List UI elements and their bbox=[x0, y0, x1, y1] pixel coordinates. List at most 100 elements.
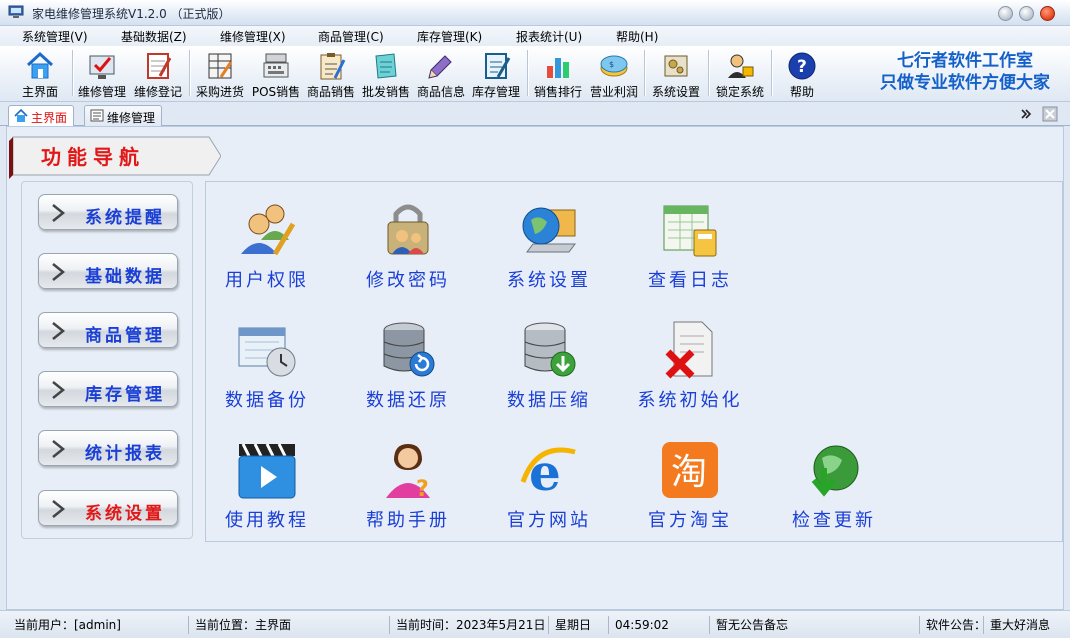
toolbar-purchase-button[interactable]: 采购进货 bbox=[192, 48, 248, 100]
nav-button-statistics-reports[interactable]: 统计报表 bbox=[38, 430, 178, 466]
svg-text:?: ? bbox=[797, 57, 807, 77]
menu-system[interactable]: 系统管理(V) bbox=[18, 28, 92, 45]
func-label: 查看日志 bbox=[648, 270, 732, 291]
settings-gear-icon bbox=[664, 55, 688, 77]
menu-help[interactable]: 帮助(H) bbox=[612, 28, 662, 45]
status-clock: 04:59:02 bbox=[608, 616, 708, 634]
nav-button-label: 系统设置 bbox=[85, 504, 165, 524]
nav-button-system-settings[interactable]: 系统设置 bbox=[38, 490, 178, 526]
close-tab-icon[interactable] bbox=[1042, 106, 1058, 122]
globe-laptop-icon bbox=[522, 207, 576, 253]
maximize-button[interactable] bbox=[1019, 6, 1034, 21]
toolbar-pos-button[interactable]: POS销售 bbox=[248, 48, 304, 100]
func-label: 使用教程 bbox=[225, 510, 309, 531]
nav-button-label: 系统提醒 bbox=[85, 208, 165, 228]
toolbar-profit-button[interactable]: $ 营业利润 bbox=[586, 48, 642, 100]
func-label: 官方淘宝 bbox=[648, 510, 732, 531]
nav-button-label: 商品管理 bbox=[85, 326, 165, 346]
users-icon bbox=[241, 204, 296, 256]
nav-panel: 系统提醒 基础数据 商品管理 库存管理 统计报表 系统设置 bbox=[21, 181, 193, 539]
status-weekday: 星期日 bbox=[548, 616, 606, 634]
func-data-restore[interactable]: 数据还原 bbox=[343, 316, 473, 426]
func-help-manual[interactable]: ? 帮助手册 bbox=[343, 436, 473, 546]
ie-browser-icon: e bbox=[520, 443, 576, 502]
app-icon bbox=[8, 5, 24, 18]
status-bar: 当前用户：[admin] 当前位置：主界面 当前时间：2023年5月21日 星期… bbox=[0, 610, 1070, 638]
toolbar-ranking-button[interactable]: 销售排行 bbox=[530, 48, 586, 100]
backup-calendar-icon bbox=[238, 327, 296, 377]
nav-button-system-reminder[interactable]: 系统提醒 bbox=[38, 194, 178, 230]
toolbar-home-button[interactable]: 主界面 bbox=[12, 48, 68, 100]
menu-reports[interactable]: 报表统计(U) bbox=[512, 28, 586, 45]
brand-line-1: 七行者软件工作室 bbox=[897, 51, 1033, 71]
toolbar-register-label: 维修登记 bbox=[133, 85, 182, 99]
toolbar-settings-button[interactable]: 系统设置 bbox=[648, 48, 704, 100]
func-change-password[interactable]: 修改密码 bbox=[343, 196, 473, 306]
status-current-user: 当前用户：[admin] bbox=[14, 618, 121, 632]
nav-button-product-management[interactable]: 商品管理 bbox=[38, 312, 178, 348]
chevron-right-icon bbox=[52, 322, 66, 340]
func-system-initialize[interactable]: 系统初始化 bbox=[625, 316, 755, 426]
toolbar-lock-label: 锁定系统 bbox=[715, 85, 764, 99]
func-label: 数据压缩 bbox=[507, 390, 591, 411]
func-system-settings[interactable]: 系统设置 bbox=[484, 196, 614, 306]
video-tutorial-icon bbox=[238, 443, 296, 499]
tab-main[interactable]: 主界面 bbox=[8, 105, 75, 127]
func-label: 帮助手册 bbox=[366, 510, 450, 531]
toolbar-wholesale-button[interactable]: 批发销售 bbox=[358, 48, 414, 100]
func-official-taobao[interactable]: 淘 官方淘宝 bbox=[625, 436, 755, 546]
func-view-logs[interactable]: 查看日志 bbox=[625, 196, 755, 306]
nav-button-inventory-management[interactable]: 库存管理 bbox=[38, 371, 178, 407]
func-label: 系统设置 bbox=[507, 270, 591, 291]
minimize-button[interactable] bbox=[998, 6, 1013, 21]
password-lock-icon bbox=[387, 204, 429, 255]
toolbar-lock-button[interactable]: 锁定系统 bbox=[712, 48, 768, 100]
func-label: 数据备份 bbox=[225, 390, 309, 411]
database-restore-icon bbox=[383, 322, 435, 377]
status-notice-label: 软件公告： bbox=[919, 616, 986, 634]
toolbar-repair-button[interactable]: 维修管理 bbox=[74, 48, 130, 100]
func-label: 修改密码 bbox=[366, 270, 450, 291]
func-label: 官方网站 bbox=[507, 510, 591, 531]
toolbar-product-info-button[interactable]: 商品信息 bbox=[413, 48, 469, 100]
sales-clipboard-icon bbox=[320, 53, 346, 80]
toolbar-inventory-button[interactable]: 库存管理 bbox=[468, 48, 524, 100]
nav-button-label: 库存管理 bbox=[85, 385, 165, 405]
func-data-backup[interactable]: 数据备份 bbox=[202, 316, 332, 426]
menu-bar: 系统管理(V) 基础数据(Z) 维修管理(X) 商品管理(C) 库存管理(K) … bbox=[0, 26, 1070, 46]
tab-repair[interactable]: 维修管理 bbox=[84, 105, 163, 126]
close-button[interactable] bbox=[1040, 6, 1055, 21]
func-data-compress[interactable]: 数据压缩 bbox=[484, 316, 614, 426]
menu-basic-data[interactable]: 基础数据(Z) bbox=[117, 28, 191, 45]
nav-title: 功能导航 bbox=[41, 145, 145, 169]
nav-button-basic-data[interactable]: 基础数据 bbox=[38, 253, 178, 289]
log-calculator-icon bbox=[663, 205, 717, 257]
brand-line-2: 只做专业软件方便大家 bbox=[880, 73, 1050, 93]
register-notebook-icon bbox=[147, 53, 172, 79]
window-title: 家电维修管理系统V1.2.0 （正式版） bbox=[32, 7, 231, 21]
product-pen-icon bbox=[428, 55, 452, 79]
chevron-right-icon[interactable] bbox=[1018, 106, 1034, 122]
func-usage-tutorial[interactable]: 使用教程 bbox=[202, 436, 332, 546]
list-icon bbox=[90, 109, 104, 122]
status-notice-text[interactable]: 重大好消息 bbox=[983, 616, 1067, 634]
status-current-location: 当前位置：主界面 bbox=[188, 616, 388, 634]
menu-repair[interactable]: 维修管理(X) bbox=[216, 28, 290, 45]
svg-text:?: ? bbox=[416, 477, 429, 502]
toolbar-register-button[interactable]: 维修登记 bbox=[130, 48, 186, 100]
toolbar-help-button[interactable]: ? 帮助 bbox=[774, 48, 830, 100]
func-check-update[interactable]: 检查更新 bbox=[769, 436, 899, 546]
cash-register-icon bbox=[263, 53, 289, 78]
menu-products[interactable]: 商品管理(C) bbox=[314, 28, 388, 45]
status-memo: 暂无公告备忘 bbox=[709, 616, 917, 634]
repair-check-icon bbox=[89, 55, 115, 79]
taobao-icon: 淘 bbox=[662, 442, 718, 498]
func-user-permissions[interactable]: 用户权限 bbox=[202, 196, 332, 306]
menu-inventory[interactable]: 库存管理(K) bbox=[413, 28, 486, 45]
lock-user-icon bbox=[728, 54, 754, 78]
toolbar-sales-button[interactable]: 商品销售 bbox=[303, 48, 359, 100]
func-label: 用户权限 bbox=[225, 270, 309, 291]
chevron-right-icon bbox=[52, 204, 66, 222]
func-official-website[interactable]: e 官方网站 bbox=[484, 436, 614, 546]
chevron-right-icon bbox=[52, 440, 66, 458]
